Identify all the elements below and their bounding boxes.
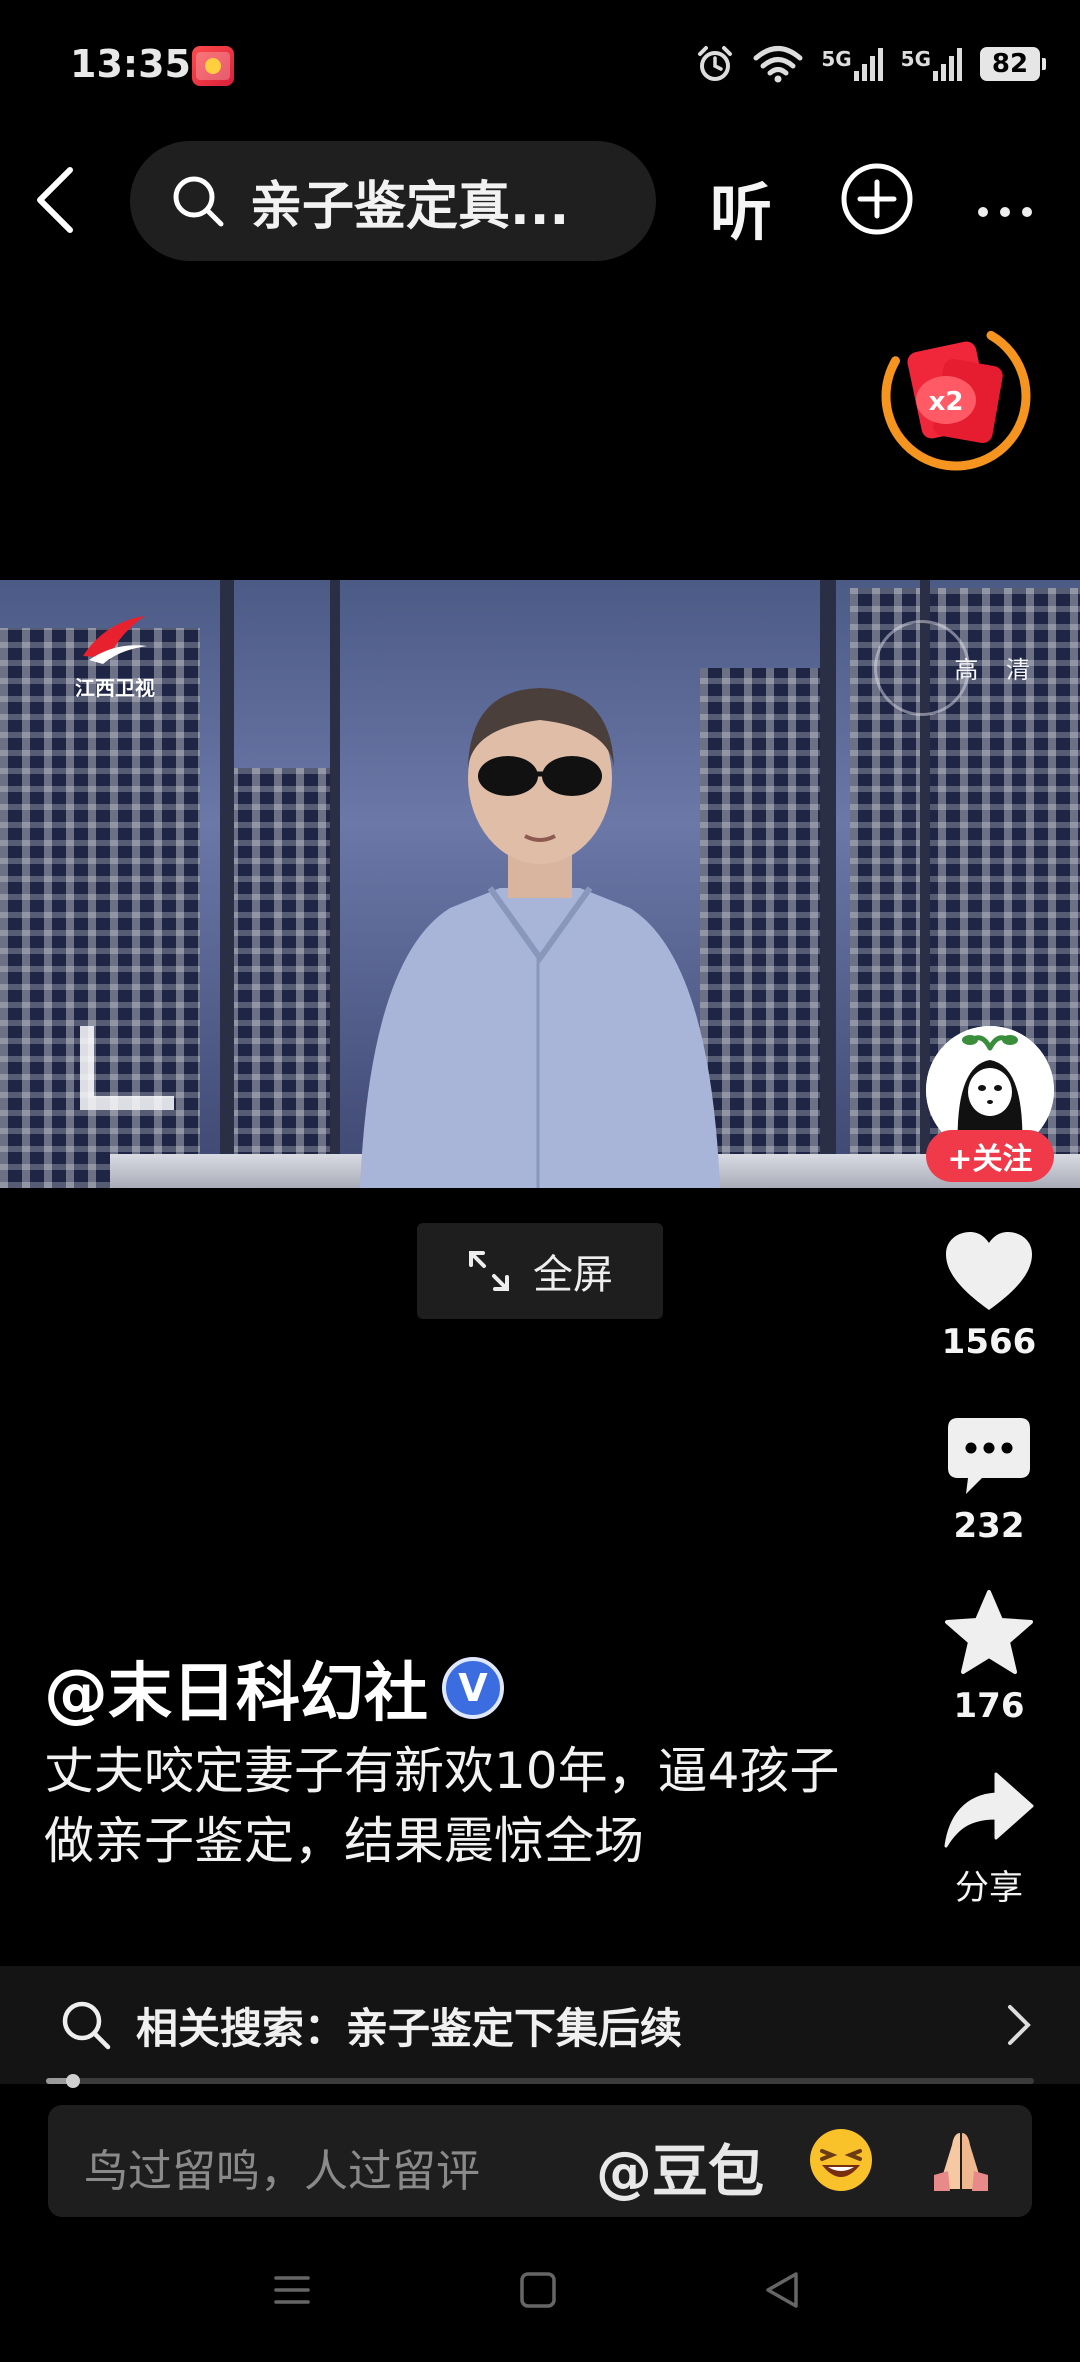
chevron-right-icon [1008, 2005, 1031, 2045]
tv-station-logo: 江西卫视 [70, 612, 160, 701]
menu-nav-icon[interactable] [272, 2270, 312, 2310]
related-search-bar[interactable]: 相关搜索：亲子鉴定下集后续 [0, 1966, 1080, 2084]
video-player[interactable]: 江西卫视 高 清 [0, 580, 1080, 1188]
laughing-emoji-icon[interactable] [808, 2127, 874, 2193]
comment-button[interactable]: 232 [920, 1416, 1058, 1546]
favorite-count: 176 [953, 1686, 1025, 1726]
red-packet-reward-widget[interactable]: x2 [876, 316, 1036, 476]
signal-icon: 5G [901, 47, 962, 81]
network-type-2: 5G [900, 47, 931, 71]
plus-circle-icon [841, 163, 913, 235]
red-packet-multiplier: x2 [929, 387, 964, 417]
listen-button[interactable]: 听 [710, 162, 772, 252]
battery-icon: 82 [980, 47, 1046, 81]
home-nav-icon[interactable] [518, 2270, 558, 2310]
comment-icon [948, 1418, 1030, 1494]
presenter-figure [360, 688, 720, 1188]
tv-station-name: 江西卫视 [75, 676, 155, 700]
status-time: 13:35 [70, 42, 191, 86]
favorite-button[interactable]: 176 [920, 1588, 1058, 1726]
back-nav-icon[interactable] [762, 2270, 802, 2310]
video-progress-bar[interactable] [46, 2074, 1034, 2088]
chevron-left-icon [37, 167, 73, 233]
comment-placeholder[interactable]: 鸟过留鸣，人过留评 [84, 2135, 480, 2199]
search-icon [62, 2001, 111, 2050]
app-notification-icon [192, 46, 234, 86]
program-watermark-icon [80, 1026, 174, 1110]
like-button[interactable]: 1566 [920, 1230, 1058, 1362]
network-type-1: 5G [821, 47, 852, 71]
video-caption[interactable]: 丈夫咬定妻子有新欢10年，逼4孩子做亲子鉴定，结果震惊全场 [44, 1736, 844, 1876]
search-bar[interactable]: 亲子鉴定真... [130, 141, 656, 261]
signal-icon: 5G [821, 47, 883, 81]
wifi-icon [753, 46, 803, 83]
author-line: @末日科幻社 V [44, 1642, 504, 1734]
add-button[interactable] [840, 162, 914, 236]
mention-doubao-button[interactable]: @豆包 [596, 2127, 764, 2208]
more-options-button[interactable] [975, 176, 1035, 234]
fullscreen-button[interactable]: 全屏 [417, 1223, 663, 1319]
praying-hands-emoji-icon[interactable] [926, 2125, 996, 2195]
share-button[interactable]: 分享 [920, 1770, 1058, 1909]
like-count: 1566 [941, 1322, 1037, 1362]
back-button[interactable] [30, 160, 80, 240]
status-icons: 5G 5G 82 [695, 44, 1046, 84]
author-name[interactable]: @末日科幻社 [44, 1642, 428, 1734]
comment-input-bar[interactable]: 鸟过留鸣，人过留评 @豆包 [48, 2105, 1032, 2217]
search-query: 亲子鉴定真... [250, 176, 570, 237]
more-icon [978, 207, 1032, 217]
search-icon [173, 176, 224, 227]
related-search-text: 相关搜索：亲子鉴定下集后续 [136, 2003, 683, 2053]
fullscreen-label: 全屏 [533, 1252, 613, 1298]
share-label: 分享 [955, 1868, 1023, 1908]
star-icon [945, 1590, 1033, 1674]
verified-badge-icon: V [442, 1657, 504, 1719]
heart-icon [946, 1232, 1032, 1310]
video-quality-label: 高 清 [954, 656, 1040, 684]
share-arrow-icon [944, 1772, 1034, 1848]
follow-button[interactable]: +关注 [926, 1130, 1054, 1182]
comment-count: 232 [953, 1506, 1025, 1546]
alarm-icon [698, 46, 733, 81]
battery-level: 82 [991, 49, 1029, 79]
progress-handle[interactable] [65, 2074, 80, 2088]
expand-icon [469, 1251, 509, 1291]
